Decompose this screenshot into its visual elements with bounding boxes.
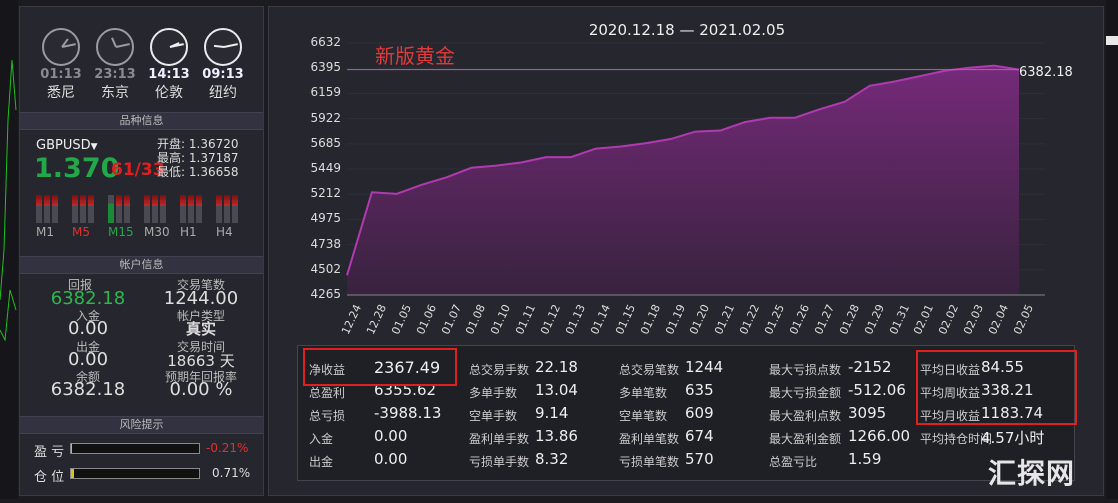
symbol-name: GBPUSD: [36, 138, 91, 153]
stat-label: 亏损单手数: [469, 455, 530, 469]
withdraw-value: 0.00: [67, 349, 109, 370]
stat-value: 1244: [685, 358, 724, 376]
stat-value: 13.86: [535, 427, 578, 445]
stat-label: 入金: [309, 432, 334, 446]
watermark-text: 汇探网: [988, 457, 1076, 490]
stat-label: 最大亏损点数: [769, 363, 842, 377]
highlight-net-profit: [303, 348, 457, 386]
stat-label: 出金: [309, 455, 334, 469]
account-type-value: 真实: [185, 320, 216, 338]
account-info-header: 帐户信息: [20, 256, 263, 274]
annual-return-value: 0.00 %: [169, 379, 233, 400]
clock-time: 14:13: [148, 67, 190, 82]
low-value: 1.36658: [188, 165, 239, 179]
stat-value: -2152: [848, 358, 892, 376]
stat-value: 3095: [848, 404, 887, 422]
background-chart-lines: [0, 59, 17, 342]
equity-chart: [346, 42, 1045, 296]
price-main: 1.370: [34, 153, 120, 184]
stat-value: 4.57小时: [981, 429, 1045, 447]
stat-value: 0.00: [374, 450, 408, 468]
pnl-label: 盈 亏: [34, 445, 65, 460]
stat-label: 总盈亏比: [769, 455, 818, 469]
clock-city: 纽约: [209, 85, 237, 101]
stat-label: 多单笔数: [619, 386, 668, 400]
balance-value: 6382.18: [50, 379, 126, 400]
clock-city: 东京: [101, 85, 129, 101]
clock-icon: [204, 28, 242, 66]
equity-panel: 2020.12.18 — 2021.02.05 新版黄金 6632 6395 615…: [268, 6, 1104, 496]
stat-label: 最大盈利点数: [769, 409, 842, 423]
position-bar-fill: [71, 469, 74, 478]
high-value: 1.37187: [188, 151, 239, 165]
stat-value: 0.00: [374, 427, 408, 445]
stat-value: 8.32: [535, 450, 569, 468]
stat-label: 盈利单笔数: [619, 432, 680, 446]
risk-header: 风险提示: [20, 416, 263, 434]
timeframe-label: H1: [180, 225, 197, 239]
timeframe-label: M1: [36, 225, 54, 239]
clock-time: 01:13: [40, 67, 82, 82]
chevron-down-icon: ▼: [90, 142, 98, 152]
stat-label: 空单手数: [469, 409, 518, 423]
stat-label: 总盈利: [309, 386, 346, 400]
pnl-value: -0.21%: [206, 441, 249, 455]
stat-value: 570: [685, 450, 714, 468]
background-chart-strip: [0, 0, 18, 499]
open-value: 1.36720: [188, 137, 239, 151]
timeframe-label: M30: [144, 225, 170, 239]
clock-time: 09:13: [202, 67, 244, 82]
deposit-value: 0.00: [67, 318, 109, 339]
high-label: 最高:: [157, 151, 186, 165]
clock-icon: [96, 28, 134, 66]
clock-city: 悉尼: [47, 85, 75, 101]
timeframe-label: M15: [108, 225, 134, 239]
stat-value: 635: [685, 381, 714, 399]
stat-value: 674: [685, 427, 714, 445]
timeframe-label: M5: [72, 225, 90, 239]
position-bar: [70, 468, 200, 479]
stat-label: 最大盈利金额: [769, 432, 842, 446]
clock-time: 23:13: [94, 67, 136, 82]
stat-label: 多单手数: [469, 386, 518, 400]
stat-value: -512.06: [848, 381, 906, 399]
stat-value: 1.59: [848, 450, 882, 468]
stat-label: 亏损单笔数: [619, 455, 680, 469]
pnl-bar: [70, 443, 200, 454]
low-label: 最低:: [157, 165, 186, 179]
highlight-avg-returns: [916, 350, 1077, 425]
clock-icon: [150, 28, 188, 66]
pnl-bar-fill: [71, 444, 73, 453]
info-sidebar: 01:13 悉尼 23:13 东京 14:13 伦敦 09:13 纽约 品种信息 GBPUSD…: [19, 6, 264, 496]
equity-area: [347, 65, 1019, 295]
last-value-label: 6382.18: [1019, 65, 1073, 80]
clock-icon: [42, 28, 80, 66]
stat-value: -3988.13: [374, 404, 442, 422]
position-label: 仓 位: [34, 470, 65, 485]
stat-label: 总亏损: [309, 409, 346, 423]
stat-value: 13.04: [535, 381, 578, 399]
symbol-select[interactable]: GBPUSD▼: [36, 138, 98, 153]
stat-label: 总交易笔数: [619, 363, 680, 377]
right-edge-strip: [1106, 0, 1118, 499]
stat-label: 最大亏损金额: [769, 386, 842, 400]
trades-value: 1244.00: [163, 288, 239, 309]
stat-value: 9.14: [535, 404, 569, 422]
open-label: 开盘:: [157, 137, 186, 151]
return-value: 6382.18: [50, 288, 126, 309]
stat-value: 22.18: [535, 358, 578, 376]
position-value: 0.71%: [212, 466, 251, 480]
stat-value: 609: [685, 404, 714, 422]
clock-city: 伦敦: [155, 85, 183, 101]
stat-value: 1266.00: [848, 427, 911, 445]
stat-label: 盈利单手数: [469, 432, 530, 446]
symbol-info-header: 品种信息: [20, 112, 263, 130]
stat-label: 总交易手数: [469, 363, 530, 377]
timeframe-label: H4: [216, 225, 233, 239]
ohl-block: 开盘: 1.36720 最高: 1.37187 最低: 1.36658: [157, 137, 239, 179]
stat-label: 空单笔数: [619, 409, 668, 423]
